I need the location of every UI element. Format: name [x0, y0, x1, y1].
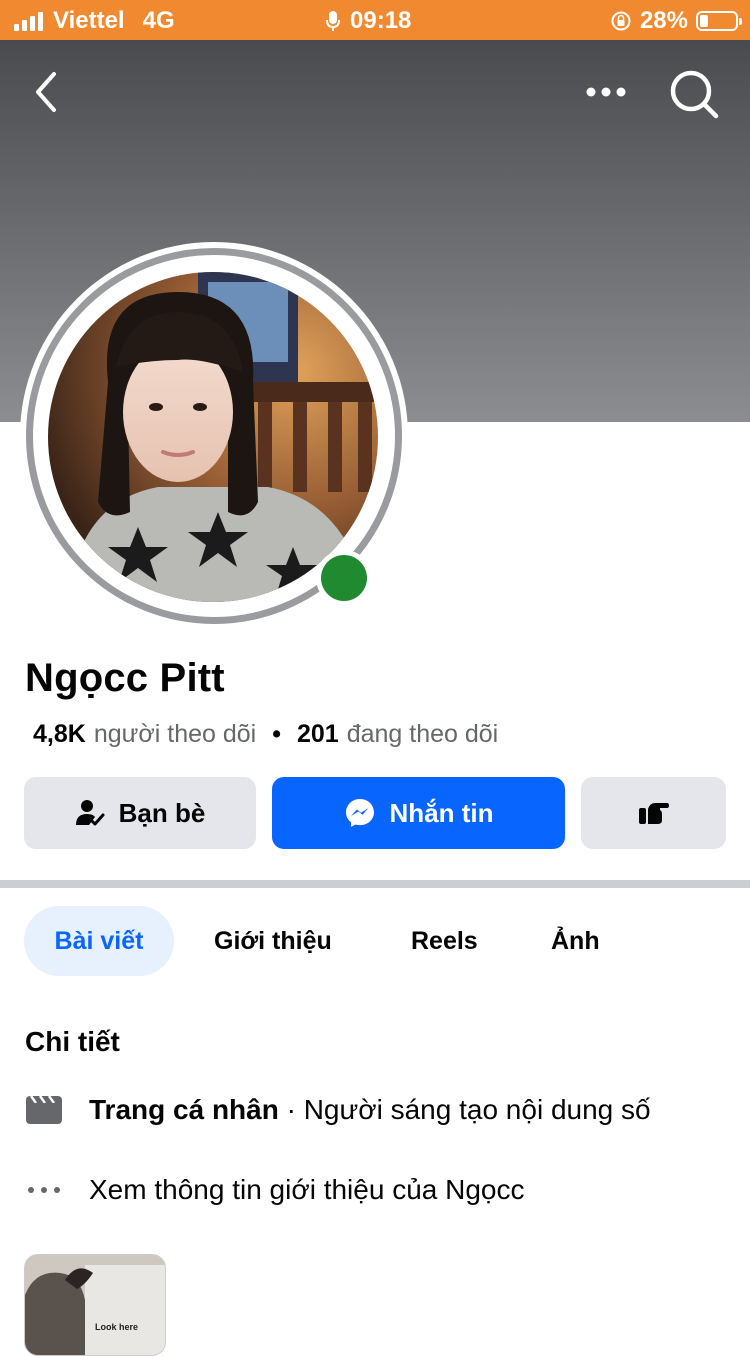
- microphone-icon: [326, 11, 340, 31]
- profile-name: Ngọcc Pitt: [25, 656, 225, 700]
- poke-hand-icon: [638, 803, 669, 824]
- status-bar: Viettel 4G 09:18 28%: [0, 0, 750, 40]
- see-about-link[interactable]: Xem thông tin giới thiệu của Ngọcc: [89, 1174, 525, 1206]
- carrier-label: Viettel: [53, 7, 125, 34]
- tab-reels[interactable]: Reels: [411, 906, 478, 976]
- follow-stats: 4,8K người theo dõi • 201 đang theo dõi: [33, 720, 498, 749]
- tab-about[interactable]: Giới thiệu: [214, 906, 332, 976]
- message-button[interactable]: Nhắn tin: [272, 777, 565, 849]
- more-horizontal-icon: [586, 87, 626, 97]
- tab-photos[interactable]: Ảnh: [551, 906, 600, 976]
- followers-label[interactable]: người theo dõi: [94, 720, 256, 749]
- friends-button[interactable]: Bạn bè: [24, 777, 256, 849]
- featured-photo-thumbnail[interactable]: Look here: [24, 1254, 166, 1356]
- tab-posts[interactable]: Bài viết: [24, 906, 174, 976]
- following-label[interactable]: đang theo dõi: [347, 720, 499, 749]
- section-divider: [0, 880, 750, 888]
- details-title: Chi tiết: [25, 1026, 120, 1057]
- see-about-row[interactable]: Xem thông tin giới thiệu của Ngọcc: [25, 1174, 525, 1206]
- back-button[interactable]: [26, 70, 66, 114]
- battery-percent: 28%: [639, 7, 688, 34]
- followers-count: 4,8K: [33, 720, 86, 748]
- avatar-photo: [48, 272, 378, 602]
- profile-type-label: Trang cá nhân: [89, 1094, 279, 1125]
- following-count: 201: [296, 720, 339, 748]
- clapperboard-icon: [26, 1095, 62, 1124]
- network-label: 4G: [142, 7, 175, 34]
- thumbnail-caption: Look here: [95, 1322, 138, 1332]
- search-button[interactable]: [668, 68, 720, 120]
- more-button[interactable]: [582, 76, 630, 108]
- message-button-label: Nhắn tin: [389, 797, 494, 828]
- profile-avatar[interactable]: [48, 272, 378, 602]
- online-status-dot: [316, 550, 372, 606]
- clock: 09:18: [350, 7, 412, 34]
- friend-check-icon: [75, 800, 105, 826]
- friends-button-label: Bạn bè: [118, 797, 206, 828]
- rotation-lock-icon: [611, 11, 631, 31]
- stats-separator: •: [272, 720, 281, 748]
- signal-icon: [14, 11, 43, 31]
- messenger-icon: [345, 799, 374, 827]
- thumbnail-image: Look here: [25, 1255, 165, 1355]
- poke-button[interactable]: [581, 777, 726, 849]
- chevron-left-icon: [36, 72, 56, 112]
- battery-icon: [696, 11, 742, 31]
- more-horizontal-icon: [28, 1187, 60, 1193]
- profile-category: · Người sáng tạo nội dung số: [278, 1094, 651, 1125]
- search-icon: [670, 70, 719, 119]
- profile-type-row: Trang cá nhân · Người sáng tạo nội dung …: [25, 1094, 651, 1126]
